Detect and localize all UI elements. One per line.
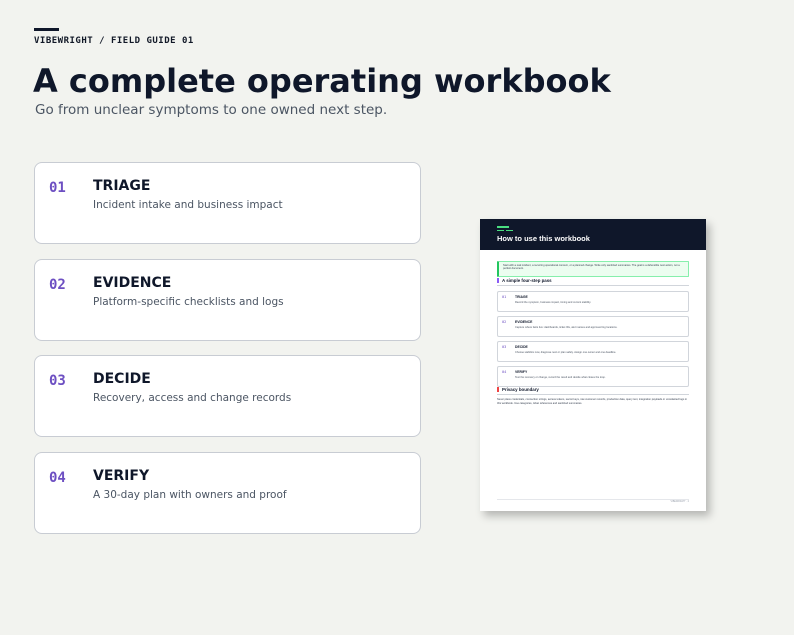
- preview-step-number: 04: [502, 370, 507, 374]
- step-label: TRIAGE: [93, 178, 151, 194]
- step-description: Platform-specific checklists and logs: [93, 296, 284, 308]
- header-accent-bar: [34, 28, 59, 31]
- preview-step-description: Test the recovery or change, record the …: [515, 376, 606, 379]
- preview-intro-note: Start with a real incident, a recurring …: [497, 261, 689, 277]
- preview-divider: [497, 285, 689, 286]
- step-number: 02: [49, 277, 66, 293]
- preview-step-verify: 04 VERIFY Test the recovery or change, r…: [497, 366, 689, 387]
- preview-accent-line: [497, 230, 504, 231]
- preview-step-number: 02: [502, 320, 507, 324]
- step-description: Recovery, access and change records: [93, 392, 292, 404]
- preview-step-label: EVIDENCE: [515, 320, 533, 324]
- preview-title: How to use this workbook: [497, 234, 590, 243]
- step-card-verify: 04 VERIFY A 30-day plan with owners and …: [34, 452, 421, 534]
- preview-section-heading: A simple four-step pass: [497, 278, 552, 283]
- preview-header: How to use this workbook: [480, 219, 706, 250]
- step-card-triage: 01 TRIAGE Incident intake and business i…: [34, 162, 421, 244]
- page-subtitle: Go from unclear symptoms to one owned ne…: [35, 102, 388, 118]
- preview-divider: [497, 394, 689, 395]
- step-number: 01: [49, 180, 66, 196]
- preview-step-number: 01: [502, 295, 507, 299]
- preview-step-description: Choose stabilize now, diagnose next or p…: [515, 351, 617, 354]
- preview-step-number: 03: [502, 345, 507, 349]
- preview-step-label: DECIDE: [515, 345, 528, 349]
- workbook-page-preview: How to use this workbook Start with a re…: [480, 219, 706, 511]
- preview-accent-line: [506, 230, 513, 231]
- preview-step-triage: 01 TRIAGE Record the symptom, business i…: [497, 291, 689, 312]
- step-label: VERIFY: [93, 468, 150, 484]
- step-number: 04: [49, 470, 66, 486]
- step-description: Incident intake and business impact: [93, 199, 283, 211]
- step-label: EVIDENCE: [93, 275, 172, 291]
- step-label: DECIDE: [93, 371, 151, 387]
- step-card-evidence: 02 EVIDENCE Platform-specific checklists…: [34, 259, 421, 341]
- preview-accent-line: [497, 226, 509, 228]
- preview-step-description: Record the symptom, business impact, tim…: [515, 301, 592, 304]
- preview-footer-rule: [497, 499, 689, 500]
- preview-step-label: VERIFY: [515, 370, 528, 374]
- preview-privacy-text: Never place credentials, connection stri…: [497, 398, 688, 405]
- step-description: A 30-day plan with owners and proof: [93, 489, 287, 501]
- preview-step-evidence: 02 EVIDENCE Capture where facts live: da…: [497, 316, 689, 337]
- preview-privacy-heading: Privacy boundary: [497, 387, 539, 392]
- preview-step-description: Capture where facts live: dashboards, ti…: [515, 326, 618, 329]
- step-number: 03: [49, 373, 66, 389]
- step-card-decide: 03 DECIDE Recovery, access and change re…: [34, 355, 421, 437]
- page-title: A complete operating workbook: [33, 62, 611, 100]
- preview-step-label: TRIAGE: [515, 295, 528, 299]
- eyebrow-label: VIBEWRIGHT / FIELD GUIDE 01: [34, 36, 194, 46]
- preview-step-decide: 03 DECIDE Choose stabilize now, diagnose…: [497, 341, 689, 362]
- preview-footer: VIBEWRIGHT · 2: [670, 500, 689, 503]
